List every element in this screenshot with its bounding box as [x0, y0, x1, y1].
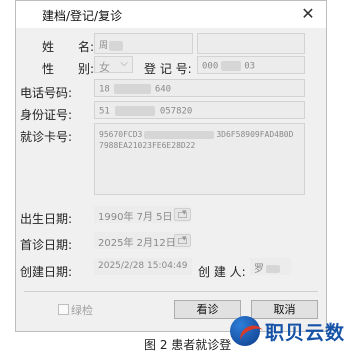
birth-date-value: 1990年 7月 5日 [98, 212, 173, 223]
created-date-field: 2025/2/28 15:04:49 [94, 258, 192, 275]
birth-date-label: 出生日期: [20, 212, 73, 226]
creator-field: 罗 [250, 258, 291, 275]
gender-label: 性 别: [42, 62, 95, 76]
phone-label: 电话号码: [20, 86, 73, 100]
view-button[interactable]: 看诊 [174, 300, 241, 319]
redaction-mask [221, 61, 242, 71]
registration-number-field[interactable]: 000 03 [197, 56, 305, 74]
redaction-mask [109, 40, 124, 51]
card-line1-prefix: 95670FCD3 [99, 130, 143, 139]
registration-dialog: 建档/登记/复诊 ✕ 姓 名: 周 性 别: 女 ⌵ 登 记 号: 000 03 … [15, 0, 327, 332]
redaction-mask [144, 130, 215, 139]
extra-name-field[interactable] [197, 33, 305, 54]
card-number-label: 就诊卡号: [20, 130, 73, 144]
brand-name: 职贝云数 [265, 322, 346, 344]
id-suffix: 057820 [159, 106, 193, 117]
id-number-field[interactable]: 51 057820 [94, 101, 305, 119]
title-bar: 建档/登记/复诊 ✕ [16, 1, 326, 28]
chevron-down-icon: ▾ [182, 208, 187, 218]
redaction-mask [113, 84, 151, 94]
close-icon[interactable]: ✕ [298, 4, 318, 23]
name-value: 周 [99, 41, 109, 51]
review-checkbox[interactable] [58, 304, 69, 315]
created-date-label: 创建日期: [20, 265, 73, 279]
card-line2: 7988EA21023FE6E28D22 [99, 141, 196, 150]
card-line1-suffix: 3D6F58909FAD4B0D [216, 130, 294, 139]
first-visit-value: 2025年 2月12日 [98, 238, 176, 249]
registration-label: 登 记 号: [144, 62, 192, 76]
first-visit-label: 首诊日期: [20, 238, 73, 252]
creator-label: 创 建 人: [198, 265, 246, 279]
registration-suffix: 03 [244, 61, 256, 72]
card-number-field[interactable]: 95670FCD3 3D6F58909FAD4B0D 7988EA21023FE6… [94, 123, 305, 195]
gender-select[interactable]: 女 ⌵ [94, 56, 133, 74]
name-input[interactable]: 周 [94, 33, 193, 54]
gender-value: 女 [99, 61, 110, 74]
phone-suffix: 640 [154, 84, 172, 95]
name-label: 姓 名: [42, 40, 95, 54]
created-date-value: 2025/2/28 15:04:49 [98, 261, 188, 271]
id-prefix: 51 [99, 106, 110, 117]
redaction-mask [114, 106, 155, 116]
registration-prefix: 000 [202, 61, 219, 72]
phone-prefix: 18 [99, 84, 110, 95]
chevron-down-icon: ⌵ [120, 58, 128, 69]
window-title: 建档/登记/复诊 [42, 9, 123, 23]
redaction-mask [266, 265, 280, 273]
figure-caption: 图 2 患者就诊登 [144, 338, 232, 352]
cancel-button[interactable]: 取消 [251, 300, 318, 319]
creator-value: 罗 [254, 264, 264, 275]
review-label: 绿检 [71, 304, 93, 317]
chevron-down-icon: ▾ [182, 234, 187, 244]
phone-field[interactable]: 18 640 [94, 79, 305, 97]
footer-divider [24, 291, 318, 292]
id-number-label: 身份证号: [20, 108, 73, 122]
